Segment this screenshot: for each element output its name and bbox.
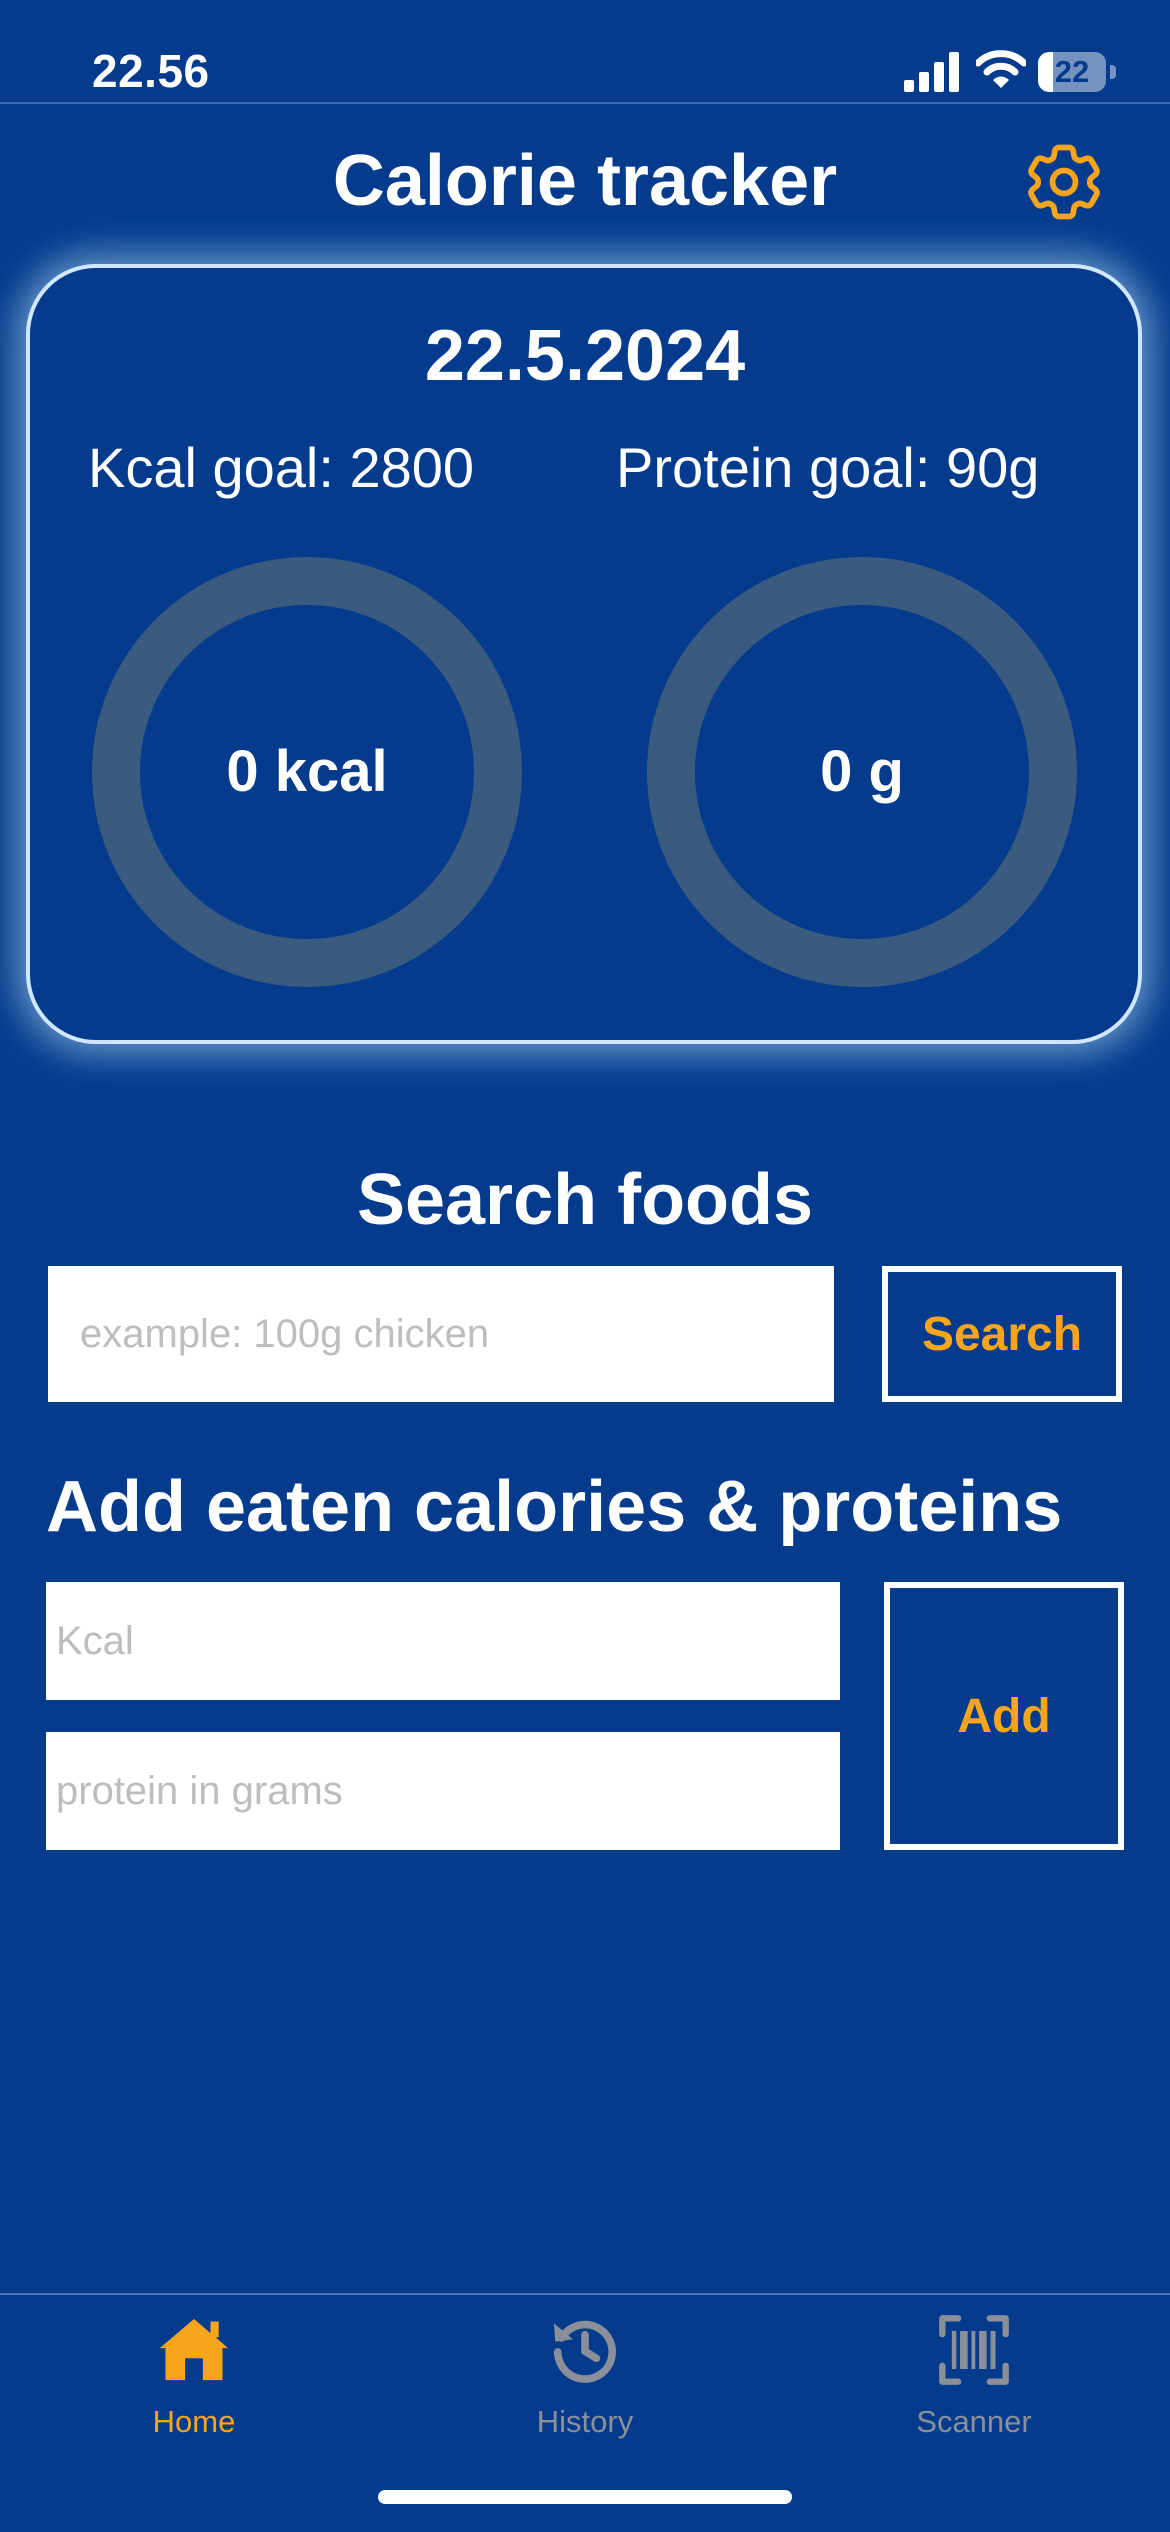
tab-scanner[interactable]: Scanner [854, 2312, 1094, 2442]
gear-icon[interactable] [1018, 136, 1110, 228]
battery-percentage: 22 [1054, 54, 1090, 89]
search-button[interactable]: Search [882, 1266, 1122, 1402]
protein-total: 0 g [820, 739, 904, 804]
status-time: 22.56 [92, 45, 210, 97]
tab-home[interactable]: Home [74, 2312, 314, 2442]
kcal-total: 0 kcal [226, 739, 388, 804]
summary-date: 22.5.2024 [424, 316, 746, 396]
add-button[interactable]: Add [884, 1582, 1124, 1850]
wifi-icon [976, 50, 1026, 88]
kcal-goal: Kcal goal: 2800 [88, 436, 475, 499]
search-input[interactable] [48, 1266, 834, 1402]
tab-label: Scanner [916, 2404, 1032, 2439]
barcode-scanner-icon [939, 2315, 1009, 2385]
tab-label: Home [152, 2404, 236, 2439]
history-icon [553, 2320, 616, 2383]
protein-input[interactable] [46, 1732, 840, 1850]
home-icon [159, 2318, 229, 2381]
cellular-signal-icon [904, 52, 959, 92]
tab-label: History [536, 2404, 634, 2439]
home-indicator [378, 2490, 792, 2504]
protein-goal: Protein goal: 90g [616, 436, 1040, 499]
add-heading: Add eaten calories & proteins [46, 1467, 1063, 1547]
kcal-input[interactable] [46, 1582, 840, 1700]
search-heading: Search foods [356, 1160, 814, 1240]
tab-history[interactable]: History [465, 2312, 705, 2442]
page-title: Calorie tracker [332, 141, 838, 221]
